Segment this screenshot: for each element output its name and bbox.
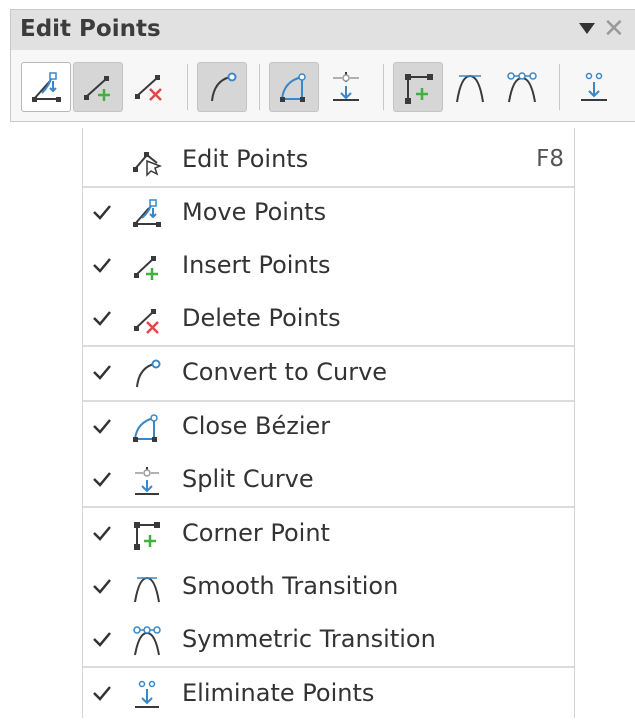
corner-point-button[interactable] xyxy=(393,62,443,112)
toolbar-separator xyxy=(187,64,188,110)
checkmark-icon xyxy=(93,579,111,594)
symmetric-transition-icon xyxy=(133,626,161,656)
toolbar-title: Edit Points xyxy=(20,16,161,42)
menu-item-symmetric-transition[interactable]: Symmetric Transition xyxy=(83,615,574,667)
checkmark-icon xyxy=(93,311,111,326)
menu-item-label: Edit Points xyxy=(182,145,309,173)
menu-separator xyxy=(83,345,574,347)
menu-item-split-curve[interactable]: Split Curve xyxy=(83,455,574,507)
menu-item-close-bezier[interactable]: Close Bézier xyxy=(83,402,574,454)
smooth-transition-icon xyxy=(134,576,160,603)
toolbar-titlebar[interactable]: Edit Points ✕ xyxy=(11,10,635,50)
menu-item-label: Delete Points xyxy=(182,304,341,332)
menu-item-insert-points[interactable]: Insert Points xyxy=(83,241,574,293)
corner-point-icon xyxy=(134,522,160,550)
corner-point-icon xyxy=(405,74,433,104)
eliminate-points-button[interactable] xyxy=(569,62,619,112)
menu-separator xyxy=(83,506,574,508)
menu-item-move-points[interactable]: Move Points xyxy=(83,188,574,240)
menu-item-corner-point[interactable]: Corner Point xyxy=(83,509,574,561)
checkmark-icon xyxy=(93,258,111,273)
toolbar-separator xyxy=(559,64,560,110)
convert-to-curve-icon xyxy=(211,72,237,102)
edit-points-icon xyxy=(133,152,163,177)
split-curve-button[interactable] xyxy=(321,62,371,112)
menu-item-smooth-transition[interactable]: Smooth Transition xyxy=(83,562,574,614)
checkmark-icon xyxy=(93,419,111,434)
convert-to-curve-button[interactable] xyxy=(197,62,247,112)
menu-item-label: Corner Point xyxy=(182,519,330,547)
checkmark-icon xyxy=(93,632,111,647)
menu-item-delete-points[interactable]: Delete Points xyxy=(83,294,574,346)
menu-item-label: Close Bézier xyxy=(182,412,331,440)
smooth-transition-button[interactable] xyxy=(445,62,495,112)
checkmark-icon xyxy=(93,472,111,487)
checkmark-icon xyxy=(93,365,111,380)
move-points-icon xyxy=(32,72,61,102)
checkmark-icon xyxy=(93,526,111,541)
edit-points-menu: Edit Points F8 Move Points Insert Points xyxy=(82,128,575,718)
toolbar-separator xyxy=(383,64,384,110)
close-bezier-icon xyxy=(280,73,306,102)
checkmark-icon xyxy=(93,686,111,701)
menu-item-label: Eliminate Points xyxy=(182,679,375,707)
menu-item-label: Symmetric Transition xyxy=(182,625,436,653)
delete-points-icon xyxy=(134,309,159,334)
edit-points-toolbar: Edit Points ✕ xyxy=(10,9,635,122)
delete-points-button[interactable] xyxy=(125,62,175,112)
menu-separator xyxy=(83,666,574,668)
symmetric-transition-button[interactable] xyxy=(497,62,547,112)
menu-item-edit-points[interactable]: Edit Points F8 xyxy=(83,135,574,187)
smooth-transition-icon xyxy=(456,74,484,103)
symmetric-transition-icon xyxy=(507,72,537,103)
menu-item-label: Move Points xyxy=(182,198,327,226)
insert-points-icon xyxy=(84,76,110,101)
move-points-icon xyxy=(133,199,161,227)
menu-item-label: Insert Points xyxy=(182,251,331,279)
menu-item-label: Convert to Curve xyxy=(182,358,388,386)
toolbar-separator xyxy=(259,64,260,110)
move-points-button[interactable] xyxy=(21,62,71,112)
checkmark-icon xyxy=(93,205,111,220)
toolbar-close-icon[interactable]: ✕ xyxy=(603,14,625,44)
delete-points-icon xyxy=(135,75,162,101)
convert-to-curve-icon xyxy=(136,359,161,388)
eliminate-points-icon xyxy=(581,72,607,101)
split-curve-icon xyxy=(333,72,359,101)
close-bezier-button[interactable] xyxy=(269,62,319,112)
menu-item-label: Smooth Transition xyxy=(182,572,399,600)
split-curve-icon xyxy=(135,467,159,495)
insert-points-button[interactable] xyxy=(73,62,123,112)
close-bezier-icon xyxy=(133,414,158,442)
menu-item-eliminate-points[interactable]: Eliminate Points xyxy=(83,669,574,721)
insert-points-icon xyxy=(134,256,158,280)
toolbar-buttons-row xyxy=(11,50,635,121)
eliminate-points-icon xyxy=(135,680,159,708)
menu-item-label: Split Curve xyxy=(182,465,314,493)
toolbar-menu-arrow-icon[interactable] xyxy=(579,23,595,34)
menu-item-shortcut: F8 xyxy=(536,146,564,172)
menu-item-convert-to-curve[interactable]: Convert to Curve xyxy=(83,348,574,400)
